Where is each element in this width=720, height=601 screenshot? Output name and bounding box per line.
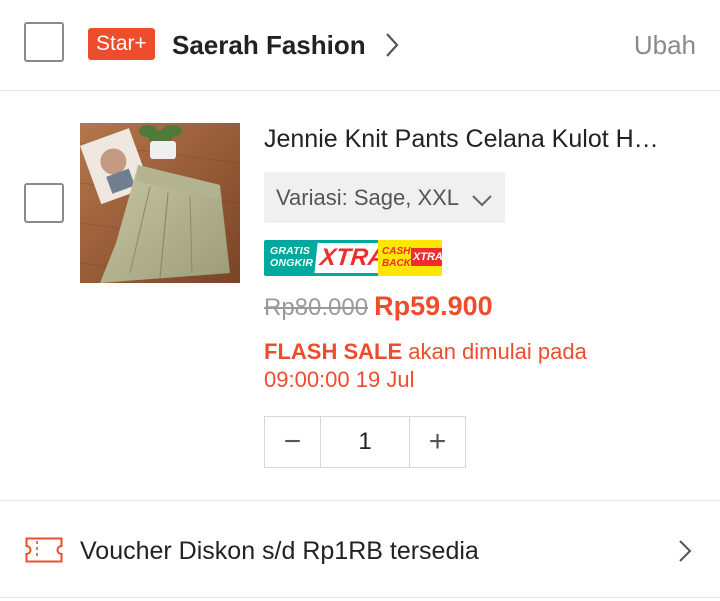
shop-select-checkbox[interactable] [24,22,64,62]
flash-sale-label: FLASH SALE [264,339,403,364]
chevron-right-icon[interactable] [382,31,402,59]
star-plus-badge: Star+ [88,28,155,60]
ongkir-text: ONGKIR [270,257,314,269]
decrease-quantity-button[interactable]: − [265,417,320,467]
sale-price: Rp59.900 [374,291,493,321]
price-row: Rp80.000 Rp59.900 [264,291,493,322]
original-price: Rp80.000 [264,294,369,321]
variation-dropdown[interactable]: Variasi: Sage, XXL [264,172,506,223]
cashback-xtra-badge: CASH BACK XTRA [378,240,442,276]
quantity-stepper: − 1 + [264,416,466,468]
back-text: BACK [382,258,411,269]
increase-quantity-button[interactable]: + [410,417,465,467]
voucher-text: Voucher Diskon s/d Rp1RB tersedia [80,537,479,565]
gratis-xtra-text: XTRA [314,243,378,273]
chevron-down-icon [472,194,492,206]
product-image[interactable] [80,123,240,283]
promo-tags: GRATIS ONGKIR XTRA CASH BACK XTRA [264,240,442,276]
chevron-right-icon [679,540,692,562]
cash-text: CASH [382,246,411,257]
edit-button[interactable]: Ubah [634,28,696,62]
flash-sale-notice: FLASH SALE akan dimulai pada 09:00:00 19… [264,338,664,394]
shop-header: Star+ Saerah Fashion Ubah [0,0,720,90]
divider [0,90,720,91]
gratis-text: GRATIS [270,245,311,257]
variation-label: Variasi: Sage, XXL [276,184,460,210]
product-title[interactable]: Jennie Knit Pants Celana Kulot H… [264,122,694,156]
shop-name[interactable]: Saerah Fashion [172,28,366,62]
quantity-input[interactable]: 1 [320,417,410,467]
free-shipping-xtra-badge: GRATIS ONGKIR XTRA [264,240,378,276]
voucher-row[interactable]: Voucher Diskon s/d Rp1RB tersedia [0,501,720,597]
voucher-ticket-icon [25,537,63,563]
item-select-checkbox[interactable] [24,183,64,223]
cash-xtra-text: XTRA [411,248,442,266]
divider [0,597,720,598]
